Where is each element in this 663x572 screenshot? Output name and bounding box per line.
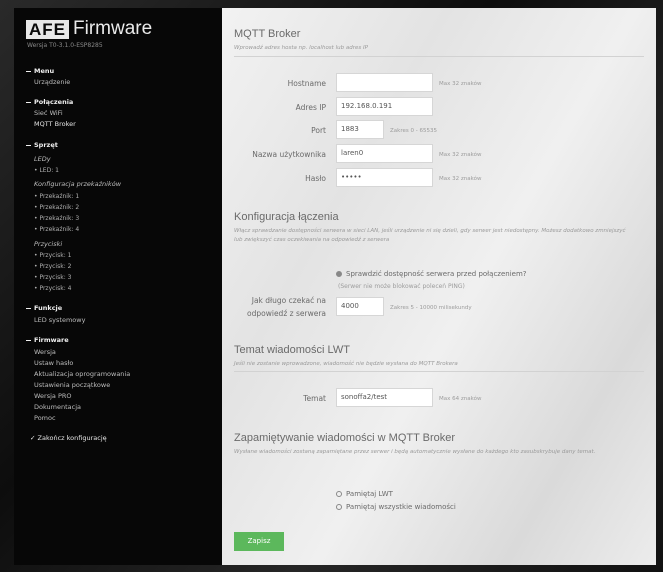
- sidebar-item-switch-3[interactable]: • Przycisk: 3: [34, 274, 71, 281]
- firmware-header: Firmware: [26, 336, 69, 344]
- sidebar-item-docs[interactable]: Dokumentacja: [34, 403, 81, 411]
- hostname-label: Hostname: [287, 79, 326, 88]
- ip-field[interactable]: 192.168.0.191: [336, 97, 433, 116]
- dash-icon: [26, 144, 31, 146]
- connections-header: Połączenia: [26, 98, 73, 106]
- password-label: Hasło: [305, 174, 326, 183]
- sidebar-item-set-password[interactable]: Ustaw hasło: [34, 359, 73, 367]
- user-hint: Max 32 znaków: [439, 152, 482, 158]
- sidebar-item-led-1[interactable]: • LED: 1: [34, 167, 59, 174]
- radio-icon: [336, 491, 342, 497]
- dash-icon: [26, 339, 31, 341]
- divider: [234, 371, 644, 372]
- retain-all-option[interactable]: Pamiętaj wszystkie wiadomości: [336, 503, 456, 511]
- lwt-desc: Jeśli nie zostanie wprowadzone, wiadomoś…: [234, 361, 458, 367]
- dash-icon: [26, 307, 31, 309]
- port-hint: Zakres 0 - 65535: [390, 128, 437, 134]
- port-label: Port: [311, 126, 326, 135]
- ip-label: Adres IP: [295, 103, 326, 112]
- retain-title: Zapamiętywanie wiadomości w MQTT Broker: [234, 432, 456, 444]
- sidebar-item-reset[interactable]: Ustawienia początkowe: [34, 381, 110, 389]
- hardware-header: Sprzęt: [26, 141, 58, 149]
- sidebar: AFE Firmware Wersja T0-3.1.0-ESP8285 Men…: [14, 8, 222, 565]
- dash-icon: [26, 101, 31, 103]
- topic-hint: Max 64 znaków: [439, 396, 482, 402]
- hostname-hint: Max 32 znaków: [439, 81, 482, 87]
- dash-icon: [26, 70, 31, 72]
- sidebar-item-upgrade[interactable]: Aktualizacja oprogramowania: [34, 370, 130, 378]
- brand: AFE Firmware: [26, 18, 152, 40]
- firmware-version: Wersja T0-3.1.0-ESP8285: [27, 42, 103, 49]
- password-hint: Max 32 znaków: [439, 176, 482, 182]
- hostname-field[interactable]: [336, 73, 433, 92]
- main-content: MQTT Broker Wprowadź adres hosta np. loc…: [222, 8, 656, 565]
- functions-header: Funkcje: [26, 304, 62, 312]
- check-server-note: (Serwer nie może blokować poleceń PING): [338, 283, 465, 290]
- user-field[interactable]: laren0: [336, 144, 433, 163]
- brand-word: Firmware: [73, 18, 153, 39]
- sidebar-item-system-led[interactable]: LED systemowy: [34, 316, 85, 324]
- lwt-title: Temat wiadomości LWT: [234, 344, 350, 356]
- check-icon: ✓: [30, 434, 36, 442]
- user-label: Nazwa użytkownika: [252, 150, 326, 159]
- sidebar-item-device[interactable]: Urządzenie: [34, 78, 70, 86]
- sidebar-item-relay-1[interactable]: • Przekaźnik: 1: [34, 193, 79, 200]
- relays-label: Konfiguracja przekaźników: [34, 180, 122, 188]
- sidebar-item-switch-2[interactable]: • Przycisk: 2: [34, 263, 71, 270]
- conn-title: Konfiguracja łączenia: [234, 211, 339, 223]
- sidebar-item-version[interactable]: Wersja: [34, 348, 56, 356]
- mqtt-title: MQTT Broker: [234, 28, 301, 40]
- mqtt-desc: Wprowadź adres hosta np. localhost lub a…: [234, 45, 368, 51]
- sidebar-item-help[interactable]: Pomoc: [34, 414, 56, 422]
- afe-logo: AFE: [26, 19, 69, 39]
- topic-field[interactable]: sonoffa2/test: [336, 388, 433, 407]
- conn-desc: Włącz sprawdzanie dostępności serwera w …: [234, 228, 626, 243]
- divider: [234, 56, 644, 57]
- check-server-option[interactable]: Sprawdzić dostępność serwera przed połąc…: [336, 270, 527, 278]
- sidebar-item-finish[interactable]: ✓ Zakończ konfigurację: [30, 434, 107, 442]
- sidebar-item-mqtt[interactable]: MQTT Broker: [34, 120, 76, 128]
- sidebar-item-wifi[interactable]: Sieć WiFi: [34, 109, 63, 117]
- menu-header: Menu: [26, 67, 54, 75]
- port-field[interactable]: 1883: [336, 120, 384, 139]
- radio-icon: [336, 271, 342, 277]
- topic-label: Temat: [303, 394, 326, 403]
- password-field[interactable]: •••••: [336, 168, 433, 187]
- switches-label: Przyciski: [34, 240, 63, 248]
- sidebar-item-relay-2[interactable]: • Przekaźnik: 2: [34, 204, 79, 211]
- wait-hint: Zakres 5 - 10000 milisekundy: [390, 305, 472, 311]
- retain-desc: Wysłane wiadomości zostaną zapamiętane p…: [234, 449, 596, 455]
- sidebar-item-pro[interactable]: Wersja PRO: [34, 392, 72, 400]
- retain-lwt-option[interactable]: Pamiętaj LWT: [336, 490, 393, 498]
- sidebar-item-switch-1[interactable]: • Przycisk: 1: [34, 252, 71, 259]
- wait-field[interactable]: 4000: [336, 297, 384, 316]
- save-button[interactable]: Zapisz: [234, 532, 284, 551]
- sidebar-item-relay-4[interactable]: • Przekaźnik: 4: [34, 226, 79, 233]
- radio-icon: [336, 504, 342, 510]
- wait-label: Jak długo czekać na odpowiedź z serwera: [247, 296, 326, 318]
- leds-label: LEDy: [34, 155, 51, 163]
- sidebar-item-relay-3[interactable]: • Przekaźnik: 3: [34, 215, 79, 222]
- sidebar-item-switch-4[interactable]: • Przycisk: 4: [34, 285, 71, 292]
